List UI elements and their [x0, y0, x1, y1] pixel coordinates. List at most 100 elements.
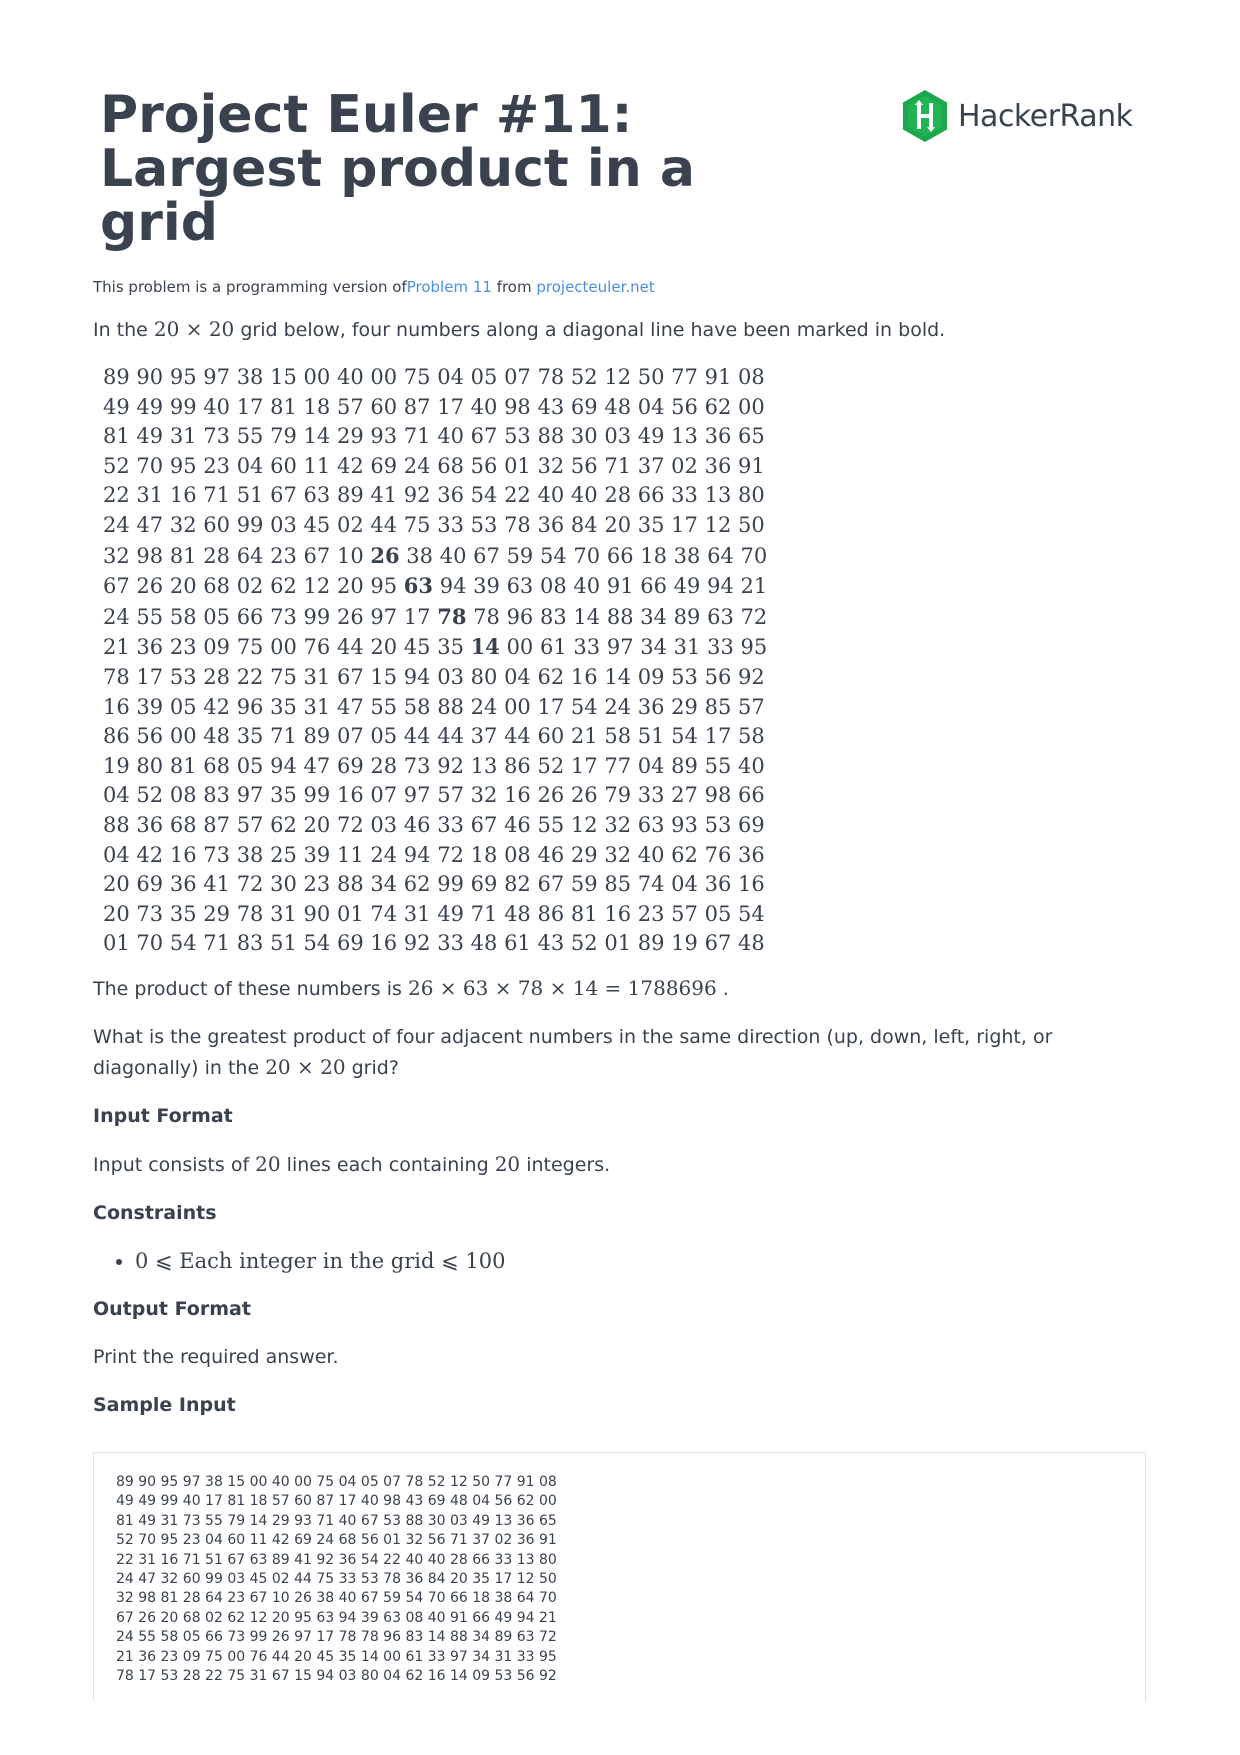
grid-cell: 54: [169, 931, 197, 956]
grid-cell: 08: [738, 365, 765, 389]
grid-cell: 94: [403, 842, 431, 867]
code-line: 49 49 99 40 17 81 18 57 60 87 17 40 98 4…: [116, 1493, 557, 1510]
grid-cell: 56: [570, 453, 598, 478]
grid-cell: 70: [136, 931, 164, 956]
grid-cell: 79: [604, 783, 632, 808]
sample-input-heading: Sample Input: [93, 1393, 236, 1416]
grid-cell: 98: [504, 394, 531, 419]
grid-cell: 70: [573, 543, 601, 568]
grid-cell: 95: [370, 574, 398, 599]
grid-cell: 45: [403, 635, 431, 660]
input-format-math-integers: 20: [494, 1151, 521, 1176]
grid-row: 21 36 23 09 75 00 76 44 20 45 35 14 00 6…: [103, 632, 1153, 663]
grid-cell: 31: [303, 694, 331, 719]
sample-input-code-block[interactable]: 89 90 95 97 38 15 00 40 00 75 04 05 07 7…: [93, 1452, 1146, 1702]
grid-cell: 11: [303, 453, 331, 478]
grid-cell: 71: [604, 453, 632, 478]
grid-cell: 39: [136, 694, 164, 719]
grid-cell: 33: [671, 483, 698, 508]
grid-cell: 11: [336, 842, 364, 867]
grid-cell: 22: [103, 483, 130, 508]
grid-cell: 55: [136, 604, 164, 629]
grid-cell: 42: [336, 453, 364, 478]
grid-cell: 93: [370, 424, 398, 449]
grid-cell: 20: [103, 901, 130, 926]
grid-cell: 99: [236, 512, 264, 537]
grid-cell: 67: [303, 543, 331, 568]
grid-cell: 60: [270, 453, 297, 478]
grid-cell: 88: [437, 694, 464, 719]
grid-cell: 13: [470, 753, 498, 778]
grid-cell: 30: [270, 872, 297, 897]
hackerrank-logo[interactable]: HackerRank: [900, 88, 1133, 144]
grid-cell: 66: [606, 543, 634, 568]
grid-cell: 36: [136, 635, 164, 660]
grid-cell: 59: [506, 543, 534, 568]
grid-cell: 53: [704, 812, 732, 837]
projecteuler-link[interactable]: projecteuler.net: [536, 278, 654, 296]
grid-cell: 37: [470, 724, 498, 749]
grid-cell: 28: [203, 664, 230, 689]
grid-cell: 26: [336, 604, 364, 629]
grid-cell: 78: [537, 365, 565, 389]
grid-cell: 70: [136, 453, 164, 478]
grid-cell: 71: [203, 931, 230, 956]
grid-cell: 62: [537, 664, 565, 689]
grid-cell: 74: [370, 901, 398, 926]
grid-row: 01 70 54 71 83 51 54 69 16 92 33 48 61 4…: [103, 929, 1153, 959]
grid-cell: 05: [203, 604, 230, 629]
grid-cell: 36: [537, 512, 565, 537]
problem-statement: This problem is a programming version of…: [93, 278, 1153, 1438]
grid-cell: 88: [606, 604, 634, 629]
grid-cell: 58: [738, 724, 765, 749]
grid-cell: 12: [604, 365, 632, 389]
grid-cell: 53: [504, 424, 531, 449]
grid-cell: 67: [270, 483, 297, 508]
grid-cell: 26: [570, 783, 598, 808]
grid-cell: 92: [738, 664, 765, 689]
grid-cell: 05: [470, 365, 498, 389]
problem-11-link[interactable]: Problem 11: [407, 278, 492, 296]
grid-cell: 58: [604, 724, 632, 749]
grid-cell: 05: [236, 753, 264, 778]
grid-cell: 96: [236, 694, 264, 719]
grid-cell: 99: [303, 783, 331, 808]
grid-cell: 17: [437, 394, 464, 419]
source-note-mid: from: [491, 278, 537, 296]
grid-cell: 63: [506, 574, 534, 599]
grid-cell: 54: [570, 694, 598, 719]
grid-cell: 33: [637, 783, 665, 808]
intro-paragraph: In the 20 × 20 grid below, four numbers …: [93, 314, 1153, 345]
grid-cell: 77: [671, 365, 698, 389]
grid-cell: 34: [640, 604, 667, 629]
grid-cell: 72: [336, 812, 364, 837]
grid-cell: 45: [303, 512, 331, 537]
grid-cell: 35: [270, 783, 297, 808]
grid-cell: 05: [704, 901, 732, 926]
grid-cell: 80: [470, 664, 498, 689]
question-paragraph: What is the greatest product of four adj…: [93, 1022, 1153, 1083]
grid-cell-bold: 78: [437, 603, 467, 629]
grid-row: 22 31 16 71 51 67 63 89 41 92 36 54 22 4…: [103, 481, 1153, 511]
grid-cell: 69: [570, 394, 598, 419]
grid-row: 89 90 95 97 38 15 00 40 00 75 04 05 07 7…: [103, 363, 1153, 393]
grid-row: 49 49 99 40 17 81 18 57 60 87 17 40 98 4…: [103, 393, 1153, 423]
grid-cell: 52: [570, 931, 598, 956]
grid-cell: 87: [203, 812, 230, 837]
grid-cell: 75: [236, 635, 264, 660]
product-text-before: The product of these numbers is: [93, 977, 408, 1000]
source-note-prefix: This problem is a programming version of: [93, 278, 407, 296]
grid-cell: 78: [103, 664, 130, 689]
grid-cell: 35: [270, 694, 297, 719]
grid-cell: 34: [640, 635, 667, 660]
input-format-heading: Input Format: [93, 1104, 233, 1127]
grid-cell: 52: [136, 783, 164, 808]
grid-cell: 78: [504, 512, 531, 537]
grid-cell: 09: [203, 635, 230, 660]
logo-text: HackerRank: [958, 98, 1133, 134]
grid-cell: 24: [370, 842, 398, 867]
grid-cell: 52: [570, 365, 598, 389]
grid-cell: 05: [169, 694, 197, 719]
grid-cell: 40: [573, 574, 601, 599]
grid-cell: 24: [604, 694, 632, 719]
